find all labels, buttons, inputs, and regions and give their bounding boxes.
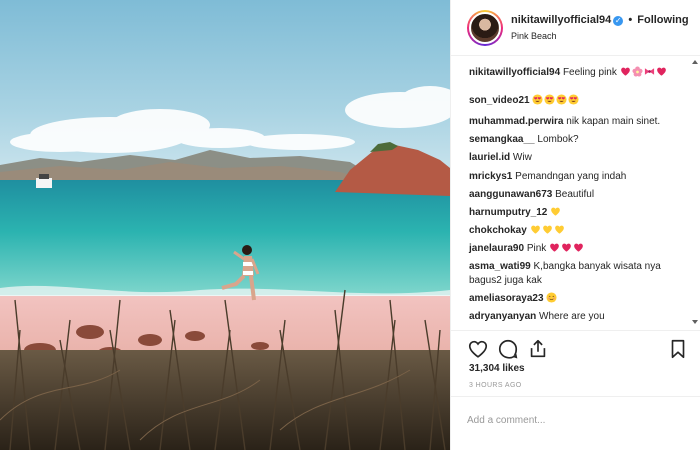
comment-text: Lombok? (537, 134, 579, 145)
comment-item: semangkaa__ Lombok? (469, 133, 681, 147)
verified-badge-icon: ✓ (613, 16, 624, 26)
comment-username[interactable]: mrickys1 (469, 171, 512, 182)
comment-text: nik kapan main sinet. (566, 116, 661, 127)
comment-username[interactable]: lauriel.id (469, 152, 510, 163)
avatar-image (469, 12, 501, 44)
likes-count[interactable]: 31,304 likes (469, 363, 525, 374)
header-user-line: nikitawillyofficial94 ✓ • Following (511, 14, 689, 26)
comment-username[interactable]: muhammad.perwira (469, 116, 563, 127)
smiling-blush-icon (546, 292, 557, 303)
comment-username[interactable]: son_video21 (469, 95, 530, 106)
red-heart-icon (573, 242, 584, 253)
comment-text: Beautiful (555, 189, 595, 200)
comment-item: mrickys1 Pemandngan yang indah (469, 170, 681, 184)
share-icon[interactable] (527, 338, 549, 360)
comment-username[interactable]: adryanyanyan (469, 311, 536, 322)
add-comment-section (451, 396, 700, 450)
comments-list[interactable]: nikitawillyofficial94 Feeling pink son_v… (451, 57, 700, 330)
pink-bow-icon (644, 66, 655, 77)
comment-text: Feeling pink (562, 67, 617, 78)
comment-username[interactable]: chokchokay (469, 225, 527, 236)
comment-text: Wiw (512, 152, 532, 163)
comment-item: ameliasoraya23 (469, 292, 681, 306)
comment-item: son_video21 (469, 94, 681, 108)
comment-item: janelaura90 Pink (469, 242, 681, 256)
comment-text: Pemandngan yang indah (515, 171, 627, 182)
comment-item: lauriel.id Wiw (469, 151, 681, 165)
comment-username[interactable]: aanggunawan673 (469, 189, 552, 200)
yellow-heart-icon (530, 224, 541, 235)
yellow-heart-icon (542, 224, 553, 235)
comment-item: aanggunawan673 Beautiful (469, 188, 681, 202)
comment-item: muhammad.perwira nik kapan main sinet. (469, 115, 681, 129)
comment-item: chokchokay (469, 224, 681, 238)
comment-text: Where are you (539, 311, 605, 322)
comment-text: Pink (526, 243, 547, 254)
heart-eyes-icon (568, 94, 579, 105)
scroll-down-arrow-icon[interactable] (691, 318, 699, 326)
comment-item: nikitawillyofficial94 Feeling pink (469, 66, 681, 80)
post-timestamp[interactable]: 3 HOURS AGO (469, 382, 522, 389)
pink-flower-icon (632, 66, 643, 77)
heart-eyes-icon (532, 94, 543, 105)
comment-username[interactable]: janelaura90 (469, 243, 524, 254)
save-bookmark-icon[interactable] (667, 338, 689, 360)
yellow-heart-icon (550, 206, 561, 217)
comments-scrollbar[interactable] (690, 57, 700, 330)
comment-username[interactable]: semangkaa__ (469, 134, 535, 145)
post-photo[interactable] (0, 0, 450, 450)
comment-item: asma_wati99 K,bangka banyak wisata nya b… (469, 260, 681, 288)
like-heart-icon[interactable] (467, 338, 489, 360)
action-bar (451, 330, 700, 364)
red-heart-icon (561, 242, 572, 253)
avatar[interactable] (467, 10, 503, 46)
following-button[interactable]: Following (637, 14, 688, 26)
instagram-post: nikitawillyofficial94 ✓ • Following Pink … (0, 0, 700, 450)
comment-bubble-icon[interactable] (497, 338, 519, 360)
post-side-panel: nikitawillyofficial94 ✓ • Following Pink … (450, 0, 700, 450)
comment-item: adryanyanyan Where are you (469, 310, 681, 324)
beach-photo-image (0, 0, 450, 450)
yellow-heart-icon (554, 224, 565, 235)
header-username[interactable]: nikitawillyofficial94 (511, 14, 611, 26)
red-heart-icon (620, 66, 631, 77)
red-heart-icon (549, 242, 560, 253)
location-link[interactable]: Pink Beach (511, 31, 557, 41)
heart-eyes-icon (556, 94, 567, 105)
comment-username[interactable]: harnumputry_12 (469, 207, 547, 218)
header-separator: • (628, 14, 633, 26)
red-heart-icon (656, 66, 667, 77)
comment-username[interactable]: asma_wati99 (469, 261, 531, 272)
comment-item: harnumputry_12 (469, 206, 681, 220)
comment-username[interactable]: nikitawillyofficial94 (469, 67, 560, 78)
scroll-up-arrow-icon[interactable] (691, 58, 699, 66)
heart-eyes-icon (544, 94, 555, 105)
add-comment-input[interactable] (467, 411, 685, 429)
post-header: nikitawillyofficial94 ✓ • Following Pink … (451, 0, 700, 56)
comment-username[interactable]: ameliasoraya23 (469, 293, 544, 304)
